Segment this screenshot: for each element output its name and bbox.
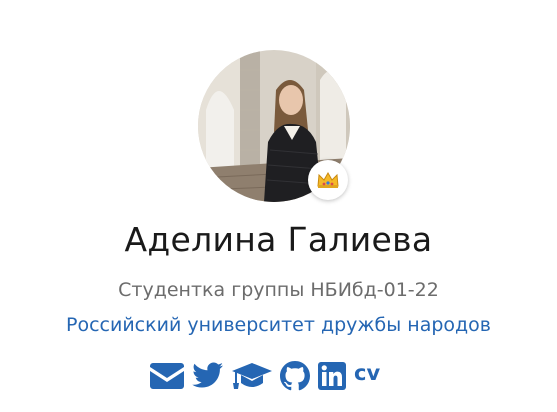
email-link[interactable]: [150, 358, 184, 394]
profile-subtitle: Студентка группы НБИбд-01-22: [118, 279, 439, 301]
cv-icon: cv: [354, 361, 381, 385]
envelope-icon: [150, 363, 184, 389]
crown-badge: [308, 160, 348, 200]
social-links: cv: [150, 358, 400, 394]
crown-icon: [317, 171, 339, 188]
cv-link[interactable]: cv: [354, 358, 380, 394]
twitter-link[interactable]: [192, 358, 224, 394]
twitter-icon: [192, 362, 223, 388]
profile-name: Аделина Галиева: [124, 220, 433, 259]
linkedin-link[interactable]: [318, 358, 346, 394]
affiliation-link[interactable]: Российский университет дружбы народов: [0, 314, 557, 336]
github-link[interactable]: [280, 358, 310, 394]
graduation-cap-icon: [232, 363, 272, 389]
github-icon: [280, 361, 310, 391]
linkedin-icon: [318, 362, 346, 390]
scholar-link[interactable]: [232, 358, 272, 394]
